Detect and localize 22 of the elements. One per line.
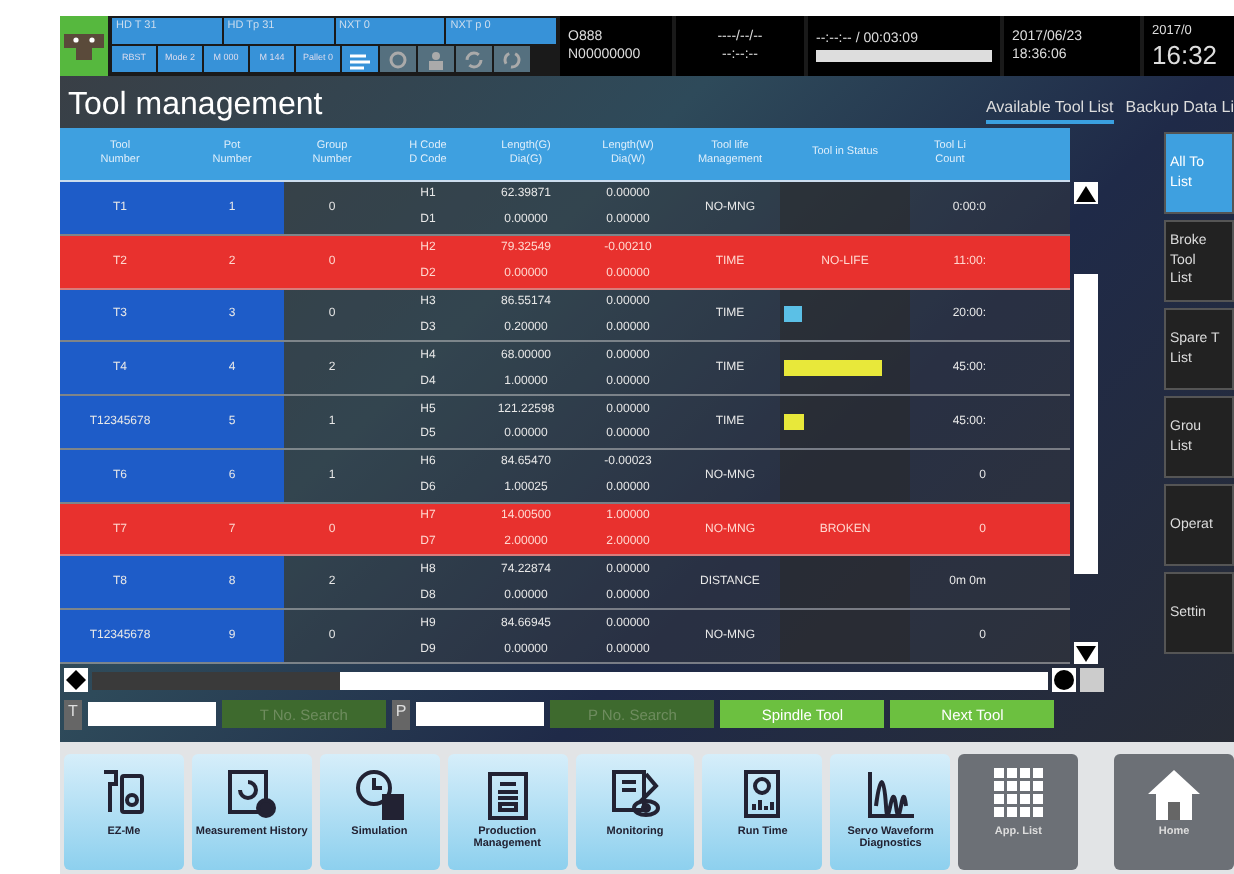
page-title: Tool management [68,88,323,124]
tab[interactable]: Backup Data Li [1125,98,1234,124]
field-label: P [391,699,411,729]
clock-time: 16:32 [1152,42,1220,68]
magnifier-icon [380,46,416,72]
scroll-corner [1080,668,1104,692]
refresh-icon [456,46,492,72]
robot-icon [60,16,108,76]
scroll-down-icon[interactable] [1073,642,1097,664]
scrollbar-thumb[interactable] [340,671,1048,689]
refresh-icon [494,46,530,72]
home-icon [1144,766,1205,822]
tab[interactable]: Available Tool List [985,98,1114,124]
grid-icon [988,766,1049,822]
scrollbar-thumb[interactable] [1073,273,1097,573]
circle-icon[interactable] [1052,668,1076,692]
person-icon [418,46,454,72]
input-field[interactable] [87,702,216,726]
input-field[interactable] [416,702,545,726]
diamond-icon[interactable] [64,668,88,692]
scroll-up-icon[interactable] [1073,182,1097,204]
field-label: T [64,699,82,729]
